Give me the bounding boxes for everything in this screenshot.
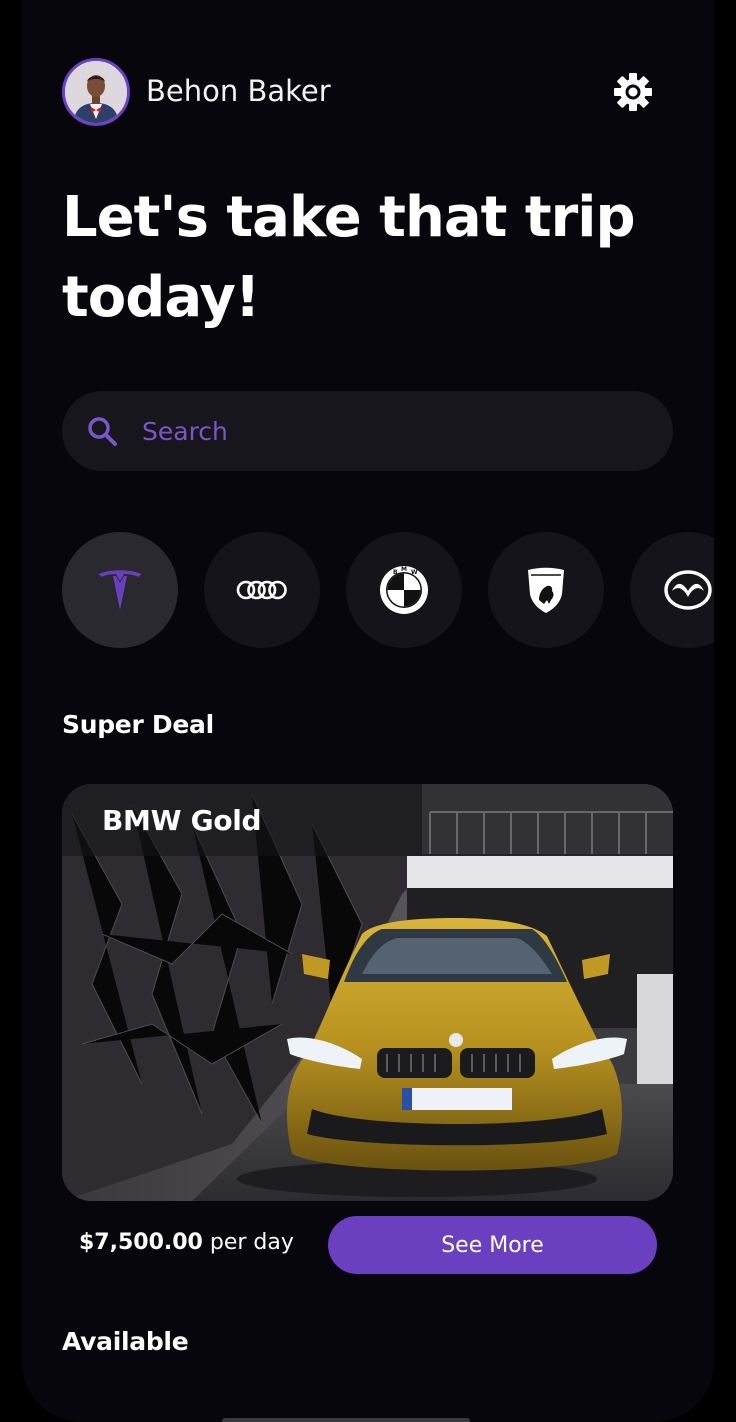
super-deal-card[interactable]: BMW Gold: [62, 784, 673, 1201]
brand-lamborghini-button[interactable]: [488, 532, 604, 648]
page-title: Let's take that trip today!: [62, 185, 636, 330]
bmw-logo-icon: B M W: [380, 566, 428, 614]
svg-text:W: W: [411, 569, 418, 576]
see-more-button[interactable]: See More: [328, 1216, 657, 1274]
lamborghini-logo-icon: [528, 567, 564, 613]
super-deal-heading: Super Deal: [62, 710, 214, 739]
deal-price-unit: per day: [209, 1230, 294, 1255]
audi-logo-icon: [236, 580, 287, 600]
brand-bmw-button[interactable]: B M W: [346, 532, 462, 648]
brand-tesla-button[interactable]: [62, 532, 178, 648]
app-screen: Behon Baker Let's take that trip today!: [22, 0, 714, 1422]
brand-filter-list: B M W: [62, 532, 714, 648]
avatar[interactable]: [62, 58, 130, 126]
device-frame: Behon Baker Let's take that trip today!: [0, 0, 736, 1422]
brand-mazda-button[interactable]: [630, 532, 714, 648]
brand-audi-button[interactable]: [204, 532, 320, 648]
deal-price: $7,500.00 per day: [79, 1230, 294, 1255]
deal-car-name: BMW Gold: [102, 804, 262, 837]
search-input[interactable]: [142, 409, 642, 453]
available-heading: Available: [62, 1327, 189, 1356]
tesla-logo-icon: [99, 570, 141, 610]
search-icon: [88, 417, 117, 446]
search-bar[interactable]: [62, 391, 673, 471]
mazda-logo-icon: [664, 570, 712, 610]
gear-icon[interactable]: [611, 70, 655, 114]
home-indicator[interactable]: [222, 1418, 470, 1422]
deal-price-amount: $7,500.00: [79, 1230, 203, 1255]
svg-text:M: M: [401, 566, 407, 573]
svg-text:B: B: [393, 569, 398, 576]
user-name: Behon Baker: [146, 74, 331, 108]
